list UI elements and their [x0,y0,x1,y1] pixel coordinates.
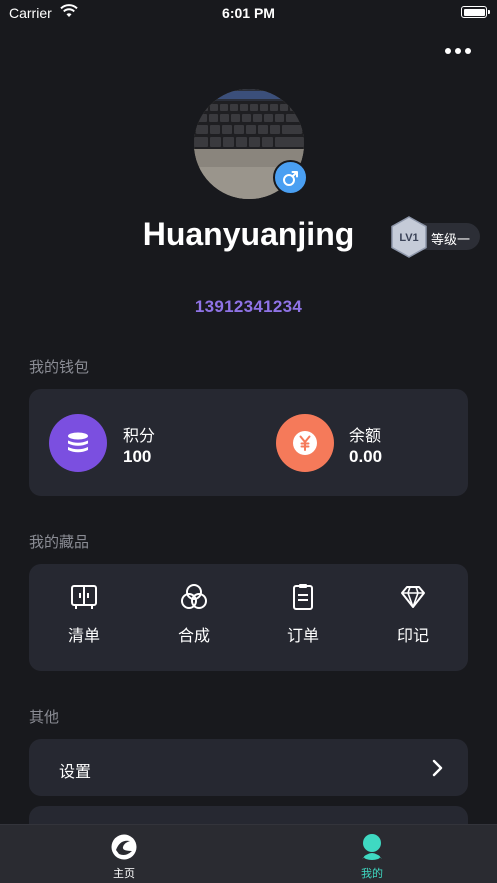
username: Huanyuanjing [142,216,355,252]
tab-mine-label: 我的 [361,868,383,880]
collection-item-label: 合成 [177,628,210,645]
points-value: 100 [123,447,152,466]
balance-value: 0.00 [349,447,383,466]
collection-item-orders[interactable]: 订单 [263,582,343,652]
collection-item-label: 订单 [286,628,319,645]
tab-bar: 主页 我的 [0,824,497,883]
wallet-section-title: 我的钱包 [29,359,90,376]
phone-number: 13912341234 [194,297,303,316]
balance-item[interactable]: 余额 0.00 [249,389,468,496]
collection-item-label: 印记 [396,628,429,645]
collection-section-title: 我的藏品 [29,534,90,551]
level-hexagon-badge: LV1 [391,216,427,258]
points-item[interactable]: 积分 100 [29,389,249,496]
battery-icon [461,6,490,18]
wallet-card: 积分 100 余额 0.00 [29,389,468,496]
venn-circles-icon [181,584,207,609]
status-bar: Carrier 6:01 PM [0,0,497,26]
yen-coin-icon [276,414,334,472]
profile-icon [362,834,382,860]
clock-time: 6:01 PM [222,5,275,21]
balance-label: 余额 [349,428,382,445]
points-label: 积分 [123,428,156,445]
cabinet-icon [71,585,97,609]
collection-item-list[interactable]: 清单 [44,582,124,652]
chevron-right-icon [432,759,443,777]
settings-label: 设置 [59,764,92,781]
collection-item-label: 清单 [67,628,100,645]
database-icon [49,414,107,472]
settings-row[interactable]: 设置 [29,739,468,796]
home-logo-icon [111,834,137,860]
tab-home-label: 主页 [113,868,135,880]
tab-home[interactable]: 主页 [84,833,164,881]
level-label: 等级一 [431,232,471,247]
diamond-icon [401,586,425,608]
tab-mine[interactable]: 我的 [332,833,412,881]
collection-item-imprint[interactable]: 印记 [373,582,453,652]
clipboard-icon [293,584,313,610]
collection-item-synthesize[interactable]: 合成 [154,582,234,652]
level-badge-text: LV1 [399,232,418,244]
male-icon [273,160,308,195]
other-section-title: 其他 [29,709,60,726]
collection-card: 清单 合成 订单 印记 [29,564,468,671]
more-horizontal-icon[interactable] [445,45,471,57]
